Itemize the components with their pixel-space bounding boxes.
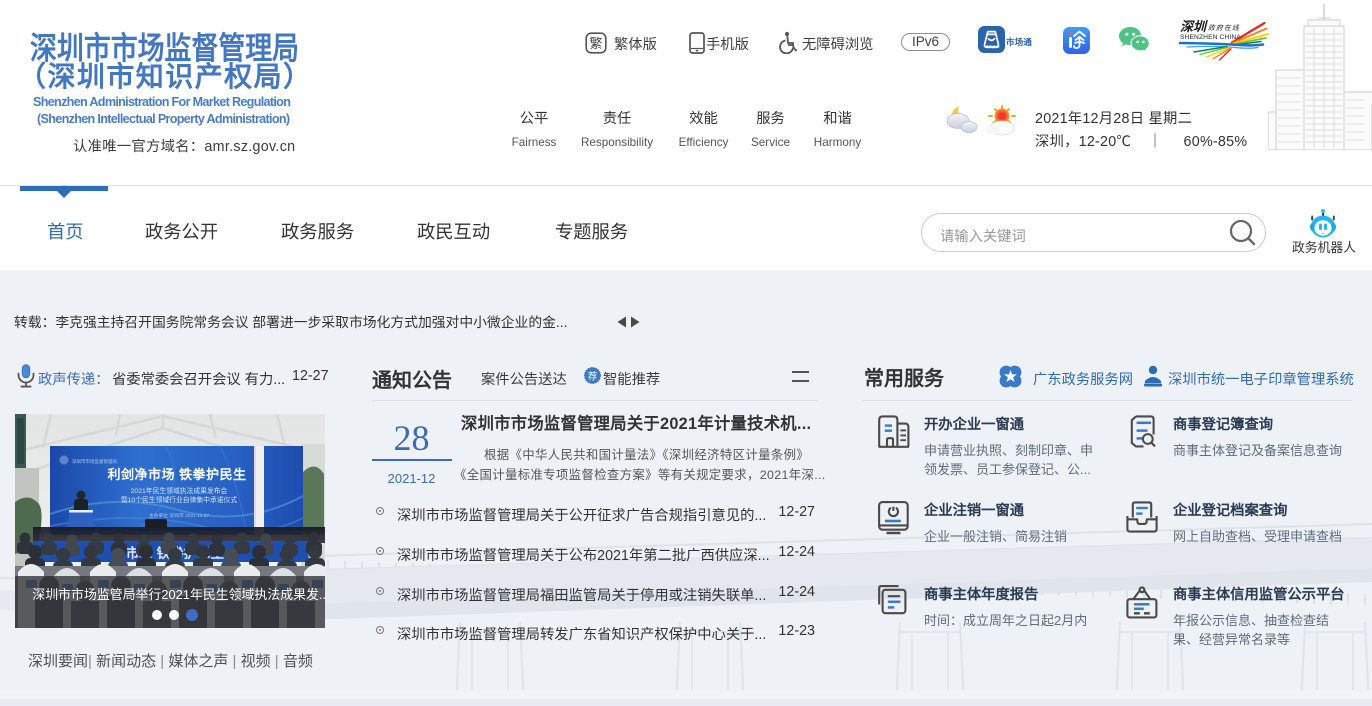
svg-text:暨10个民生领域行业自律集中承诺仪式: 暨10个民生领域行业自律集中承诺仪式 [121,495,238,504]
svg-text:荐: 荐 [588,371,598,382]
svg-text:SHENZHEN CHINA: SHENZHEN CHINA [1180,34,1241,41]
svg-text:利剑净市场 铁拳护民生: 利剑净市场 铁拳护民生 [107,467,246,482]
svg-text:主办单位 深圳市 2021.12.27: 主办单位 深圳市 2021.12.27 [149,512,210,519]
svg-text:深圳市市场监督管理局: 深圳市市场监督管理局 [72,458,117,465]
svg-text:2021年民生领域执法成果发布会: 2021年民生领域执法成果发布会 [131,486,228,495]
svg-text:繁: 繁 [589,36,602,51]
svg-text:政府在线: 政府在线 [1208,24,1240,32]
svg-text:深圳: 深圳 [1180,19,1208,34]
